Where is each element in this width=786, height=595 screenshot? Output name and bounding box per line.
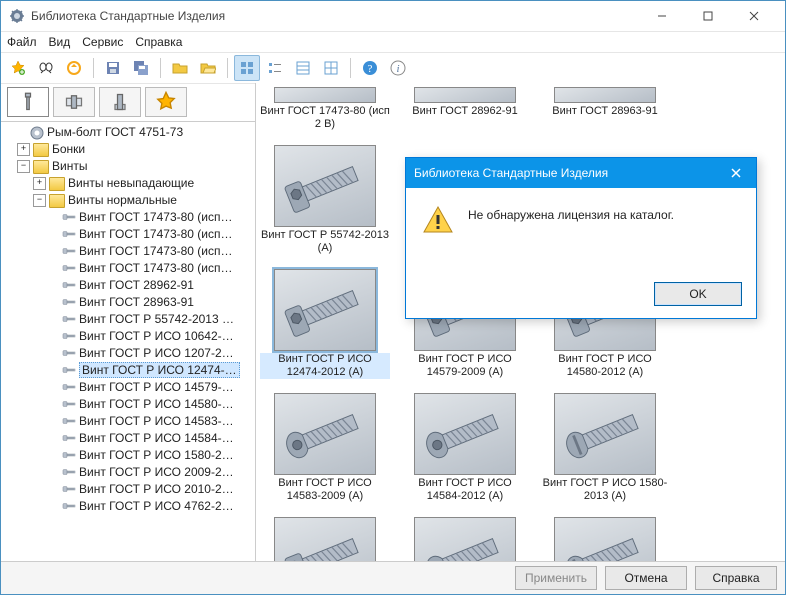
dialog-titlebar: Библиотека Стандартные Изделия	[406, 158, 756, 188]
dialog: Библиотека Стандартные Изделия Не обнару…	[405, 157, 757, 319]
app-window: Библиотека Стандартные Изделия Файл Вид …	[0, 0, 786, 595]
dialog-footer: OK	[654, 282, 742, 306]
dialog-title: Библиотека Стандартные Изделия	[414, 166, 608, 180]
dialog-message: Не обнаружена лицензия на каталог.	[468, 204, 674, 239]
modal-overlay: Библиотека Стандартные Изделия Не обнару…	[1, 1, 785, 594]
dialog-ok-button[interactable]: OK	[654, 282, 742, 306]
warning-icon	[422, 204, 454, 239]
dialog-body: Не обнаружена лицензия на каталог.	[406, 188, 756, 239]
dialog-close-button[interactable]	[716, 158, 756, 188]
